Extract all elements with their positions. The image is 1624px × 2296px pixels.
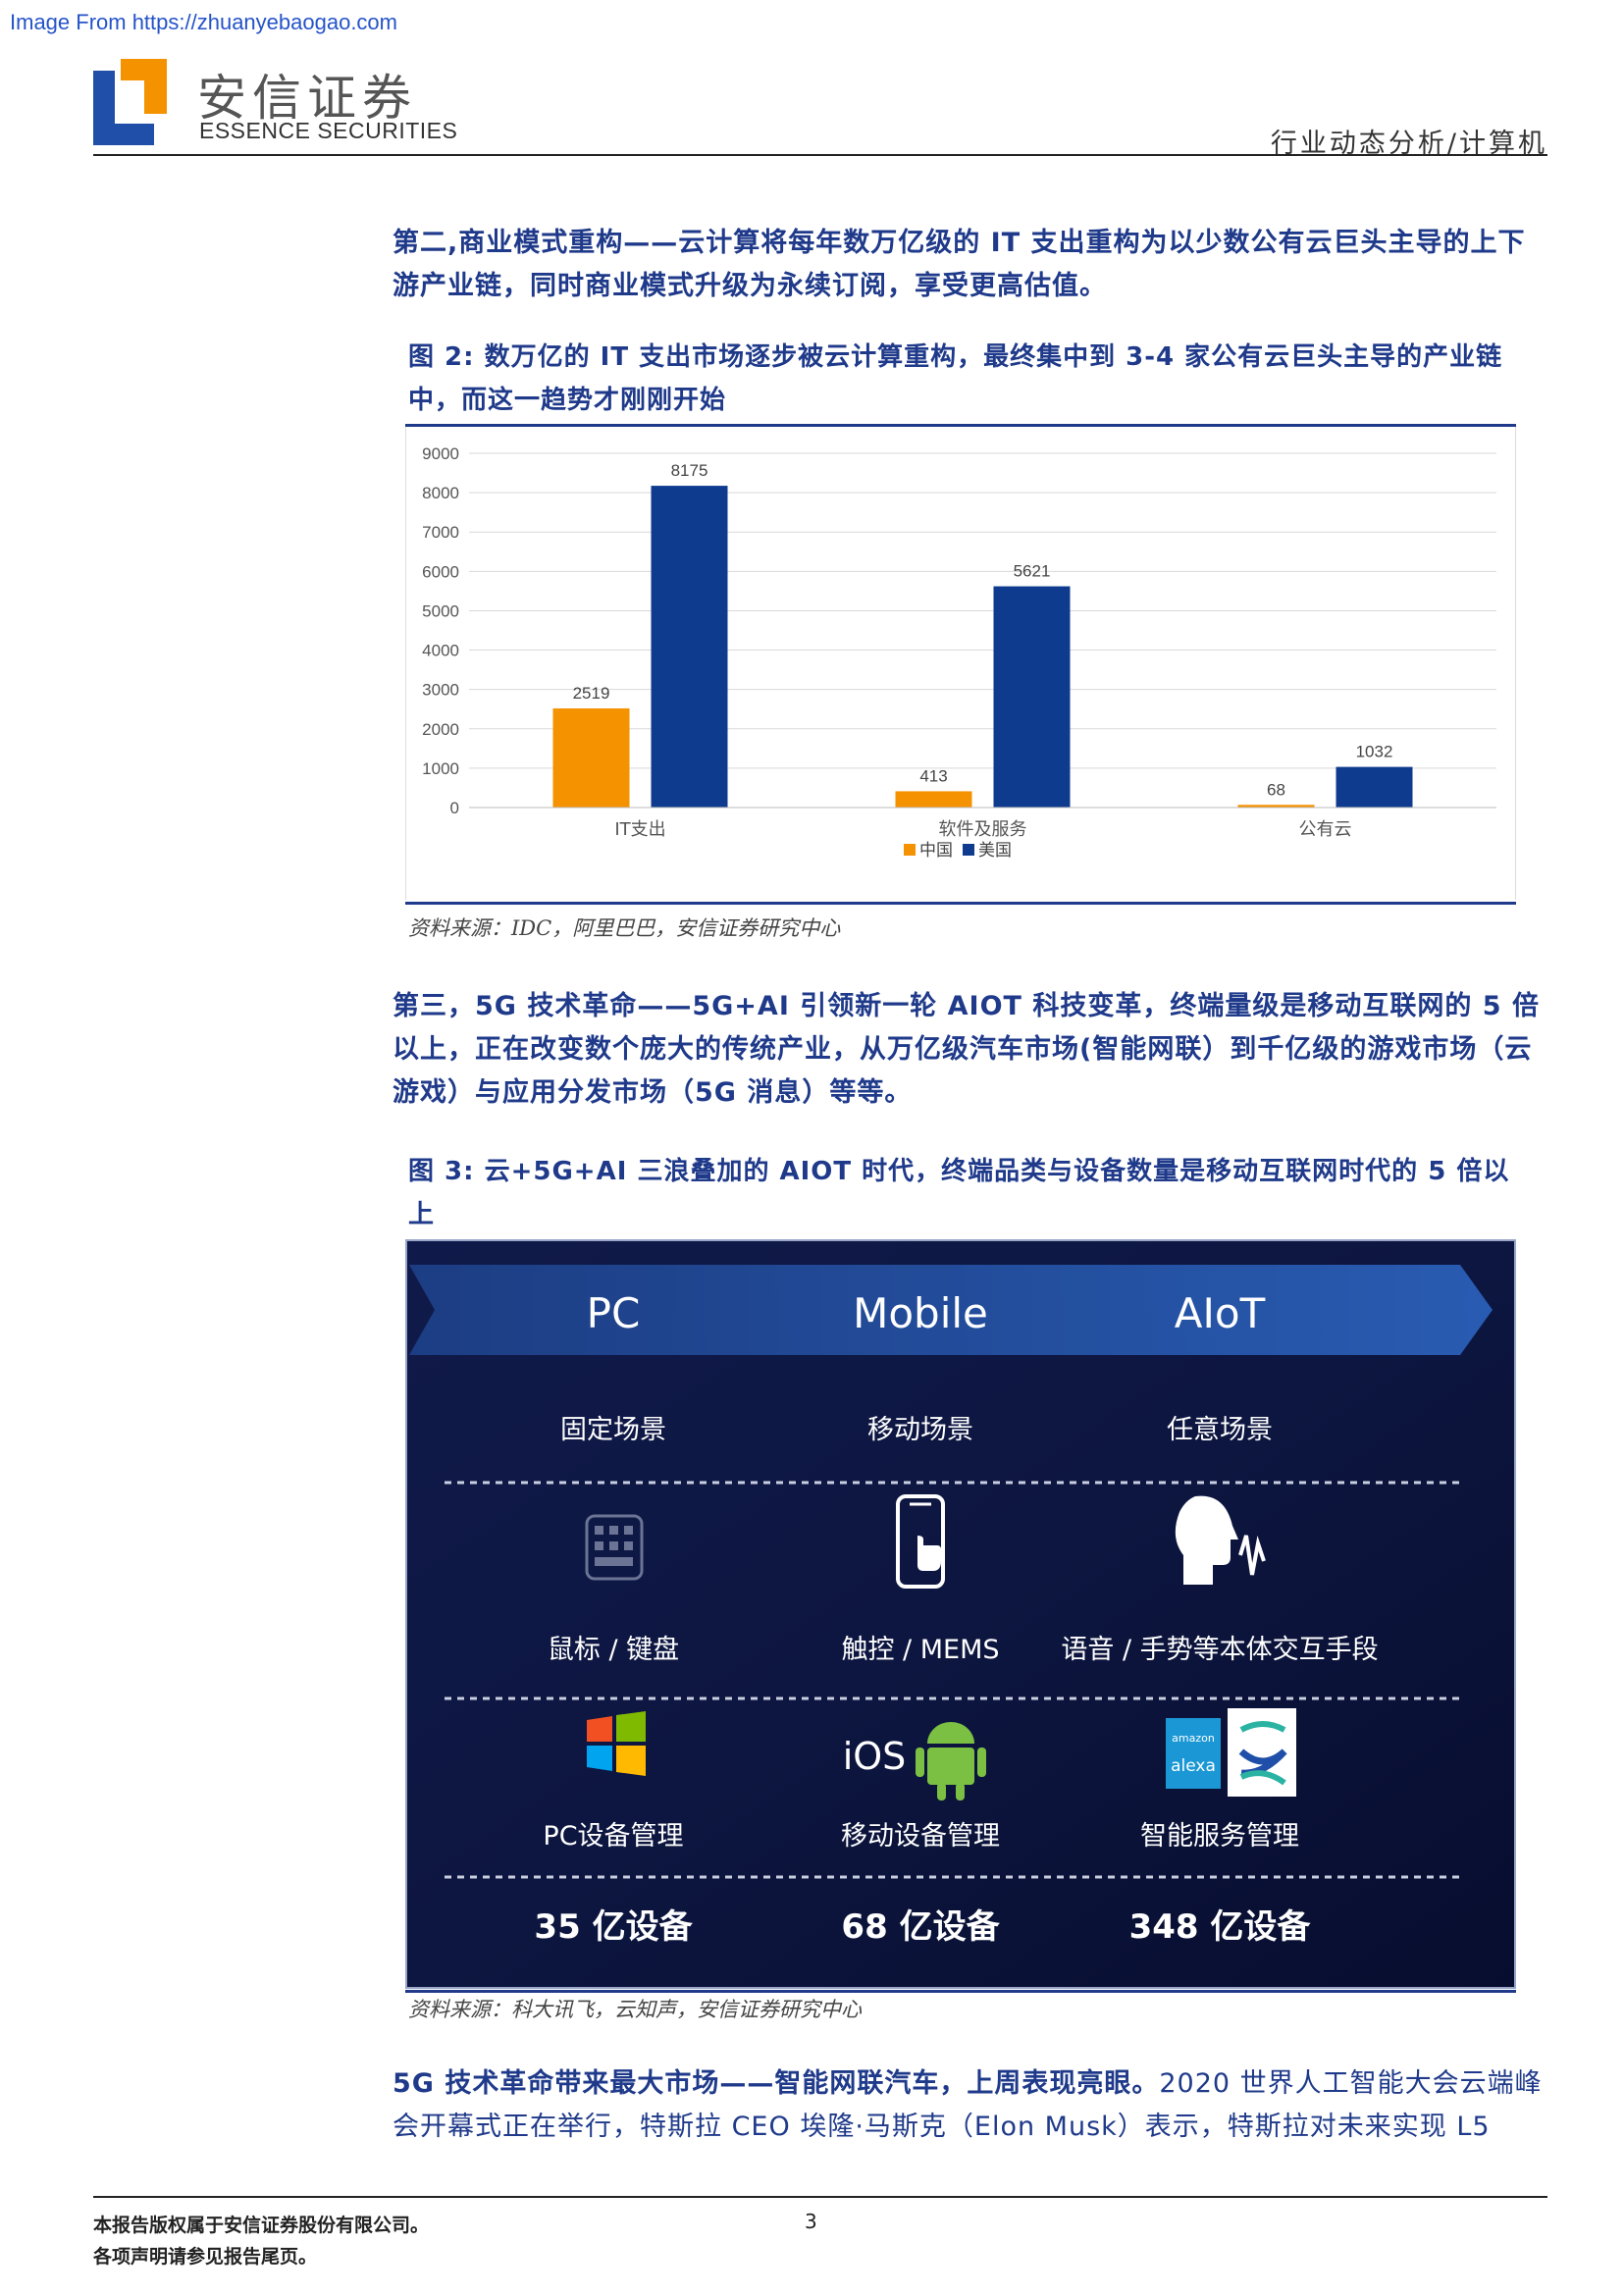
y-tick-label: 8000 bbox=[422, 484, 459, 502]
era-mobile-label: Mobile bbox=[853, 1289, 988, 1337]
paragraph-business-model: 第二,商业模式重构——云计算将每年数万亿级的 IT 支出重构为以少数公有云巨头主… bbox=[393, 228, 1526, 301]
bar-data-label: 2519 bbox=[573, 684, 610, 703]
figure-2-chart: 0 1000 2000 3000 4000 5000 6000 7000 8000 9000 251… bbox=[405, 424, 1516, 905]
x-category-label: IT支出 bbox=[614, 819, 665, 840]
x-category-label: 软件及服务 bbox=[939, 819, 1027, 840]
y-tick-label: 9000 bbox=[422, 444, 459, 463]
header-divider bbox=[93, 154, 1547, 156]
paragraph-5g-revolution: 第三，5G 技术革命——5G+AI 引领新一轮 AIOT 科技变革，终端量级是移… bbox=[393, 991, 1540, 1108]
chart-bottom-rule bbox=[405, 902, 1516, 905]
y-tick-label: 3000 bbox=[422, 681, 459, 700]
legend-label: 中国 bbox=[919, 841, 953, 861]
footer-disclaimer: 本报告版权属于安信证券股份有限公司。 各项声明请参见报告尾页。 bbox=[93, 2210, 429, 2272]
paragraph-smart-car: 5G 技术革命带来最大市场——智能网联汽车，上周表现亮眼。2020 世界人工智能… bbox=[393, 2062, 1548, 2149]
paragraph-smart-car-lead: 5G 技术革命带来最大市场——智能网联汽车，上周表现亮眼。 bbox=[393, 2068, 1160, 2099]
pc-mgmt-label: PC设备管理 bbox=[543, 1821, 683, 1852]
bar-china bbox=[552, 707, 630, 808]
pc-scene-label: 固定场景 bbox=[560, 1415, 666, 1445]
footer-copyright: 本报告版权属于安信证券股份有限公司。 bbox=[93, 2215, 430, 2236]
x-category-label: 公有云 bbox=[1299, 819, 1352, 840]
bar-data-label: 1032 bbox=[1356, 743, 1393, 761]
bar-chart: 0 1000 2000 3000 4000 5000 6000 7000 8000 9000 251… bbox=[422, 444, 1496, 861]
aiot-input-label: 语音 / 手势等本体交互手段 bbox=[1061, 1635, 1378, 1665]
legend-label: 美国 bbox=[978, 841, 1012, 861]
footer-statement: 各项声明请参见报告尾页。 bbox=[93, 2246, 318, 2268]
y-tick-label: 4000 bbox=[422, 642, 459, 660]
era-pc-label: PC bbox=[587, 1289, 641, 1337]
y-tick-label: 7000 bbox=[422, 523, 459, 542]
figure-2-title: 图 2: 数万亿的 IT 支出市场逐步被云计算重构，最终集中到 3-4 家公有云… bbox=[408, 342, 1503, 415]
figure-3-image: PC Mobile AIoT 固定场景 移动场景 任意场景 鼠标 / 键盘 触控… bbox=[405, 1239, 1516, 1989]
watermark-text: Image From https://zhuanyebaogao.com bbox=[10, 10, 397, 34]
y-tick-label: 5000 bbox=[422, 601, 459, 620]
page-number: 3 bbox=[805, 2210, 817, 2233]
figure-3-title: 图 3: 云+5G+AI 三浪叠加的 AIOT 时代，终端品类与设备数量是移动互… bbox=[408, 1157, 1510, 1229]
logo-english-name: ESSENCE SECURITIES bbox=[199, 118, 458, 143]
y-tick-label: 2000 bbox=[422, 720, 459, 739]
aiot-mgmt-label: 智能服务管理 bbox=[1140, 1821, 1299, 1852]
y-tick-label: 1000 bbox=[422, 759, 459, 778]
pc-device-count: 35 亿设备 bbox=[534, 1907, 693, 1947]
amazon-logo-text: amazon bbox=[1172, 1732, 1215, 1745]
era-aiot-label: AIoT bbox=[1175, 1289, 1266, 1337]
footer-divider bbox=[93, 2196, 1547, 2198]
aiot-scene-label: 任意场景 bbox=[1167, 1415, 1273, 1445]
bar-data-label: 8175 bbox=[671, 461, 708, 480]
pc-input-label: 鼠标 / 键盘 bbox=[548, 1635, 679, 1665]
figure-3-bottom-rule bbox=[405, 1990, 1516, 1993]
figure-3-source: 资料来源：科大讯飞，云知声，安信证券研究中心 bbox=[408, 1998, 862, 2021]
bar-china bbox=[895, 791, 972, 808]
bar-usa bbox=[1336, 766, 1413, 808]
y-tick-label: 6000 bbox=[422, 562, 459, 581]
mobile-input-label: 触控 / MEMS bbox=[841, 1635, 999, 1665]
bar-usa bbox=[993, 586, 1071, 808]
legend-swatch bbox=[904, 844, 916, 856]
alexa-logo-text: alexa bbox=[1171, 1756, 1216, 1776]
logo-mark-icon bbox=[93, 59, 167, 145]
bar-data-label: 68 bbox=[1267, 780, 1285, 799]
ios-logo-text: iOS bbox=[843, 1735, 907, 1778]
company-logo: 安信证券 ESSENCE SECURITIES bbox=[93, 59, 505, 147]
y-tick-label: 0 bbox=[450, 799, 459, 817]
alexa-icon: amazon alexa bbox=[1166, 1708, 1296, 1797]
aiot-era-infographic: PC Mobile AIoT 固定场景 移动场景 任意场景 鼠标 / 键盘 触控… bbox=[405, 1239, 1516, 1989]
bar-data-label: 413 bbox=[919, 766, 947, 785]
mobile-mgmt-label: 移动设备管理 bbox=[841, 1821, 1000, 1852]
mobile-device-count: 68 亿设备 bbox=[841, 1907, 1000, 1947]
bar-data-label: 5621 bbox=[1014, 562, 1051, 581]
aiot-device-count: 348 亿设备 bbox=[1129, 1907, 1312, 1947]
mobile-scene-label: 移动场景 bbox=[867, 1415, 973, 1445]
bar-usa bbox=[651, 486, 728, 808]
figure-2-source: 资料来源：IDC，阿里巴巴，安信证券研究中心 bbox=[408, 916, 841, 940]
legend-swatch bbox=[963, 844, 974, 856]
